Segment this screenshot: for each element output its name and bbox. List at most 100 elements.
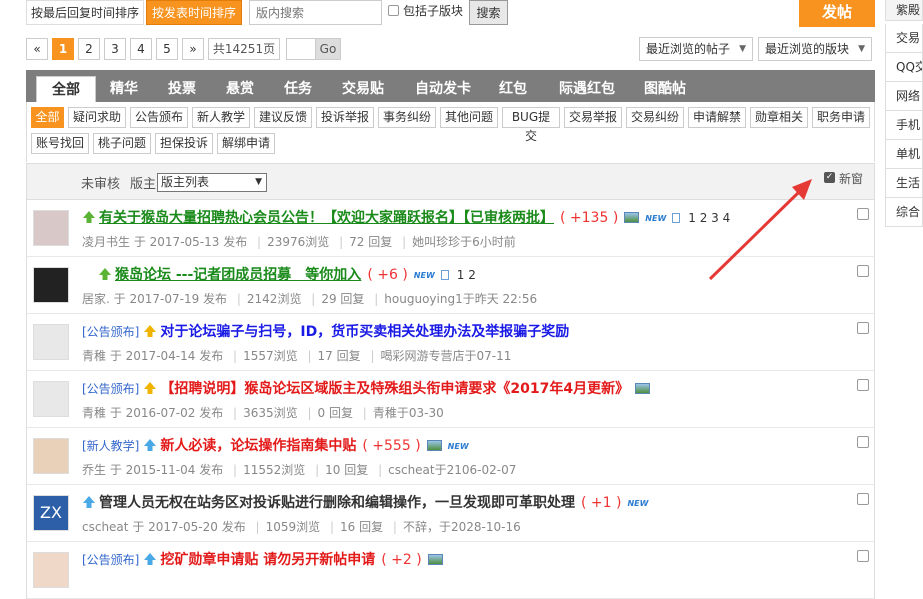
forum-search-input[interactable]: [249, 0, 382, 25]
tab-poll[interactable]: 投票: [156, 76, 208, 102]
cat-unban[interactable]: 申请解禁: [688, 107, 746, 128]
pager-page-3[interactable]: 3: [104, 38, 126, 60]
thread-row[interactable]: [公告颁布] 【招聘说明】猴岛论坛区域版主及特殊组头衔申请要求《2017年4月更新…: [26, 371, 875, 428]
sort-by-reply-button[interactable]: 按最后回复时间排序: [26, 0, 144, 25]
sidebar-forum-item[interactable]: 紫殿: [885, 0, 923, 21]
unreviewed-link[interactable]: 未审核: [81, 173, 120, 192]
cat-help[interactable]: 疑问求助: [68, 107, 126, 128]
thread-select-checkbox[interactable]: [857, 550, 869, 562]
thread-author[interactable]: 青稚: [82, 349, 106, 363]
cat-dispute[interactable]: 事务纠纷: [378, 107, 436, 128]
avatar[interactable]: [33, 210, 69, 246]
thread-category-tag[interactable]: [公告颁布]: [82, 382, 139, 396]
tab-task[interactable]: 任务: [272, 76, 324, 102]
thread-select-checkbox[interactable]: [857, 436, 869, 448]
thread-row[interactable]: ZX 管理人员无权在站务区对投诉贴进行删除和编辑操作，一旦发现即可革职处理 ( +1…: [26, 485, 875, 542]
pager-jump-input[interactable]: [286, 38, 316, 60]
cat-complaint[interactable]: 投诉举报: [316, 107, 374, 128]
thread-title-link[interactable]: 【招聘说明】猴岛论坛区域版主及特殊组头衔申请要求《2017年4月更新》: [160, 381, 629, 397]
thread-select-checkbox[interactable]: [857, 322, 869, 334]
new-post-button[interactable]: 发帖: [799, 0, 875, 27]
cat-trade-dispute[interactable]: 交易纠纷: [626, 107, 684, 128]
thread-last-reply[interactable]: 喝彩网游专营店于07-11: [380, 349, 511, 363]
thread-author[interactable]: 青稚: [82, 406, 106, 420]
cat-feedback[interactable]: 建议反馈: [254, 107, 312, 128]
cat-peach[interactable]: 桃子问题: [93, 133, 151, 154]
tab-red-packet[interactable]: 红包: [488, 76, 538, 102]
thread-last-reply[interactable]: 不辞，于2028-10-16: [403, 520, 521, 534]
thread-title-link[interactable]: 管理人员无权在站务区对投诉贴进行删除和编辑操作，一旦发现即可革职处理: [99, 495, 575, 511]
thread-author[interactable]: cscheat: [82, 520, 129, 534]
tab-trade[interactable]: 交易贴: [332, 76, 394, 102]
thread-last-reply[interactable]: cscheat于2106-02-07: [388, 463, 516, 477]
sidebar-forum-item[interactable]: QQ交: [885, 53, 923, 82]
recent-forums-dropdown[interactable]: 最近浏览的版块 ▼: [758, 37, 872, 61]
tab-luck-packet[interactable]: 际遇红包: [548, 76, 626, 102]
thread-select-checkbox[interactable]: [857, 265, 869, 277]
tab-all[interactable]: 全部: [36, 76, 96, 102]
search-button[interactable]: 搜索: [469, 0, 508, 25]
thread-category-tag[interactable]: [公告颁布]: [82, 325, 139, 339]
thread-author[interactable]: 居家.: [82, 292, 110, 306]
cat-announcement[interactable]: 公告颁布: [130, 107, 188, 128]
thread-row[interactable]: [新人教学] 新人必读，论坛操作指南集中贴 ( +555 ) NEW 乔生 于 201…: [26, 428, 875, 485]
thread-title-link[interactable]: 有关于猴岛大量招聘热心会员公告！【欢迎大家踊跃报名】【已审核两批】: [99, 210, 554, 226]
pager-page-2[interactable]: 2: [78, 38, 100, 60]
cat-position[interactable]: 职务申请: [812, 107, 870, 128]
sort-by-post-button[interactable]: 按发表时间排序: [146, 0, 242, 25]
thread-author[interactable]: 凌月书生: [82, 235, 130, 249]
tab-auto-card[interactable]: 自动发卡: [404, 76, 482, 102]
image-attachment-icon: [427, 554, 443, 565]
cat-guarantee[interactable]: 担保投诉: [155, 133, 213, 154]
cat-all[interactable]: 全部: [31, 107, 64, 128]
pager-next-button[interactable]: »: [182, 38, 204, 60]
sidebar-forum-item[interactable]: 手机: [885, 111, 923, 140]
sidebar-forum-item[interactable]: 单机: [885, 140, 923, 169]
cat-trade-report[interactable]: 交易举报: [564, 107, 622, 128]
thread-title-link[interactable]: 新人必读，论坛操作指南集中贴: [160, 438, 356, 454]
thread-pages[interactable]: 1 2: [457, 268, 476, 282]
avatar[interactable]: [33, 324, 69, 360]
pager-page-5[interactable]: 5: [156, 38, 178, 60]
avatar[interactable]: [33, 381, 69, 417]
tab-digest[interactable]: 精华: [98, 76, 150, 102]
thread-category-tag[interactable]: [新人教学]: [82, 439, 139, 453]
sidebar-forum-item[interactable]: 生活: [885, 169, 923, 198]
pager-page-4[interactable]: 4: [130, 38, 152, 60]
pager-prev-button[interactable]: «: [26, 38, 48, 60]
avatar[interactable]: [33, 552, 69, 588]
moderator-select[interactable]: 版主列表 ▼: [157, 173, 267, 192]
thread-title-link[interactable]: 猴岛论坛 ---记者团成员招募 等你加入: [115, 267, 361, 283]
new-window-checkbox[interactable]: ✓: [824, 172, 835, 183]
thread-last-reply[interactable]: houguoying1于昨天 22:56: [384, 292, 537, 306]
thread-last-reply[interactable]: 她叫珍珍于6小时前: [412, 235, 516, 249]
include-subforum-checkbox[interactable]: [388, 5, 399, 16]
thread-author[interactable]: 乔生: [82, 463, 106, 477]
thread-title-link[interactable]: 对于论坛骗子与扫号，ID，货币买卖相关处理办法及举报骗子奖励: [160, 324, 569, 340]
thread-category-tag[interactable]: [公告颁布]: [82, 553, 139, 567]
thread-select-checkbox[interactable]: [857, 379, 869, 391]
avatar[interactable]: ZX: [33, 495, 69, 531]
sidebar-forum-item[interactable]: 综合: [885, 198, 923, 227]
thread-select-checkbox[interactable]: [857, 208, 869, 220]
cat-medal[interactable]: 勋章相关: [750, 107, 808, 128]
cat-unbind[interactable]: 解绑申请: [217, 133, 275, 154]
tab-reward[interactable]: 悬赏: [214, 76, 266, 102]
pager-page-1[interactable]: 1: [52, 38, 74, 60]
thread-row[interactable]: [公告颁布] 挖矿勋章申请贴 请勿另开新帖申请 ( +2 ): [26, 542, 875, 599]
avatar[interactable]: [33, 438, 69, 474]
avatar[interactable]: [33, 267, 69, 303]
thread-title-link[interactable]: 挖矿勋章申请贴 请勿另开新帖申请: [160, 552, 375, 568]
sidebar-forum-item[interactable]: 网络: [885, 82, 923, 111]
sidebar-forum-item[interactable]: 交易: [885, 24, 923, 53]
recent-threads-dropdown[interactable]: 最近浏览的帖子 ▼: [639, 37, 753, 61]
tab-image[interactable]: 图酷帖: [634, 76, 696, 102]
cat-bug[interactable]: BUG提交: [502, 107, 560, 143]
thread-row[interactable]: [公告颁布] 对于论坛骗子与扫号，ID，货币买卖相关处理办法及举报骗子奖励 青稚 …: [26, 314, 875, 371]
thread-select-checkbox[interactable]: [857, 493, 869, 505]
pager-go-button[interactable]: Go: [315, 38, 341, 60]
cat-other[interactable]: 其他问题: [440, 107, 498, 128]
thread-last-reply[interactable]: 青稚于03-30: [373, 406, 444, 420]
cat-account[interactable]: 账号找回: [31, 133, 89, 154]
cat-newbie[interactable]: 新人教学: [192, 107, 250, 128]
